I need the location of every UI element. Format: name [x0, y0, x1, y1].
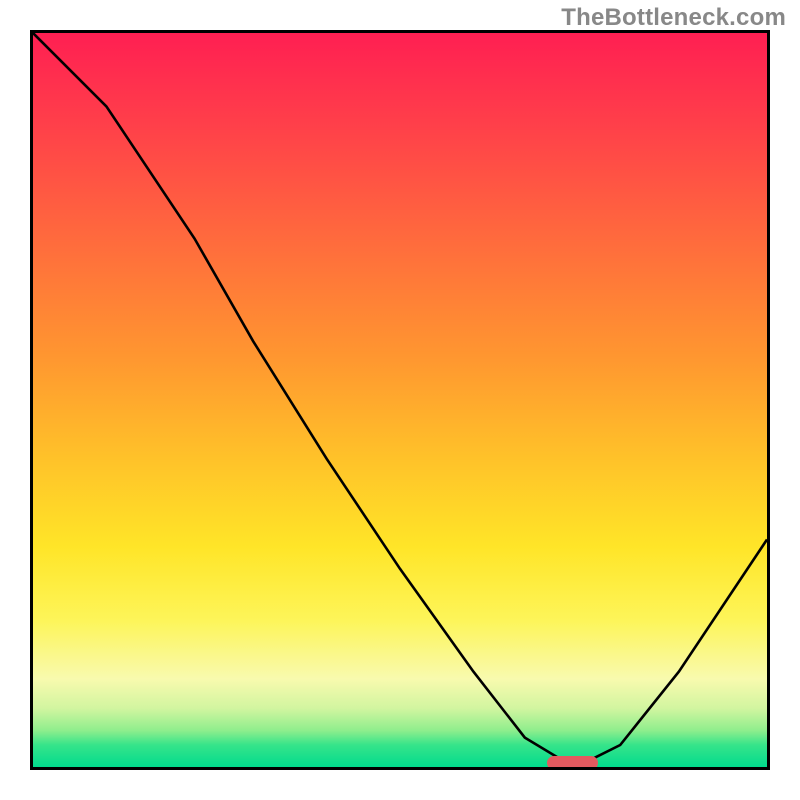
- watermark-text: TheBottleneck.com: [561, 4, 786, 32]
- optimal-marker: [547, 756, 598, 770]
- curve-path: [33, 33, 767, 760]
- bottleneck-curve: [33, 33, 767, 767]
- chart-stage: TheBottleneck.com: [0, 0, 800, 800]
- plot-area: [30, 30, 770, 770]
